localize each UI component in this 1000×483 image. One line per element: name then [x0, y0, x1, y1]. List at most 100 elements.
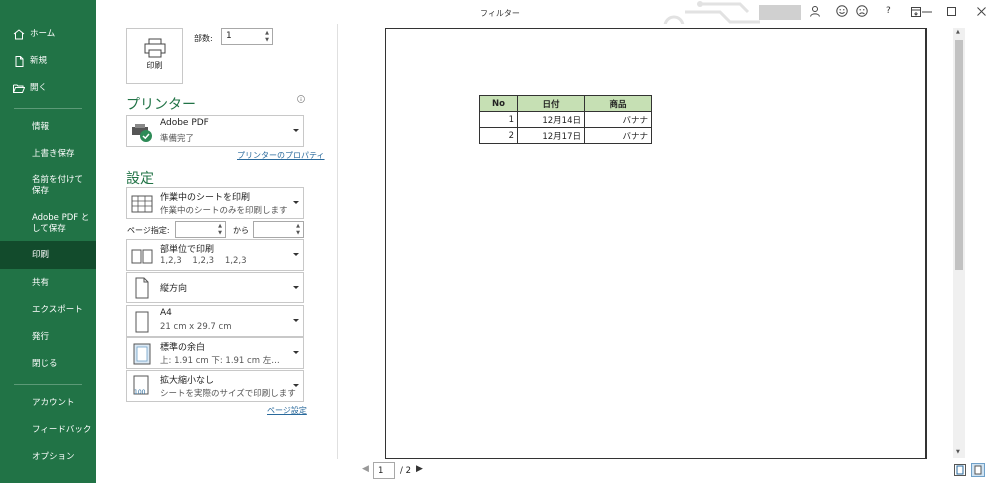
print-button[interactable]: 印刷 — [126, 28, 183, 84]
stepper-down-icon[interactable]: ▼ — [296, 230, 300, 236]
sidebar-item-label: ホーム — [30, 29, 56, 39]
scaling-dropdown[interactable]: 100 拡大縮小なし シートを実際のサイズで印刷します — [126, 370, 304, 402]
info-icon[interactable] — [297, 95, 305, 103]
scrollbar-thumb[interactable] — [955, 40, 963, 270]
scaling-subtitle: シートを実際のサイズで印刷します — [160, 389, 296, 399]
sidebar-item-feedback[interactable]: フィードバック — [0, 425, 96, 436]
sidebar-item-save[interactable]: 上書き保存 — [0, 149, 96, 160]
sidebar-item-label: 情報 — [32, 122, 50, 132]
pages-to-label: から — [233, 226, 249, 235]
sidebar-item-save-as[interactable]: 名前を付けて保存 — [0, 175, 96, 197]
printer-ready-icon — [132, 124, 152, 142]
paper-icon — [135, 311, 149, 333]
sidebar-item-publish[interactable]: 発行 — [0, 332, 96, 343]
sidebar-item-share[interactable]: 共有 — [0, 278, 96, 289]
printer-name: Adobe PDF — [160, 118, 209, 128]
copies-label: 部数: — [194, 34, 213, 43]
page-setup-link[interactable]: ページ設定 — [267, 405, 307, 416]
collate-subtitle: 1,2,3 1,2,3 1,2,3 — [160, 256, 247, 266]
window-title: フィルター — [480, 9, 520, 18]
sidebar-item-account[interactable]: アカウント — [0, 398, 96, 409]
previous-page-icon[interactable]: ◀ — [362, 464, 369, 474]
stepper-up-icon[interactable]: ▲ — [296, 223, 300, 229]
show-margins-icon[interactable] — [954, 464, 966, 476]
minimize-icon[interactable] — [922, 11, 932, 13]
sidebar-item-label: オプション — [32, 452, 75, 462]
table-cell: 12月17日 — [517, 127, 585, 144]
preview-page: No 日付 商品 1 12月14日 バナナ 2 12月17日 バナナ — [385, 28, 927, 459]
orientation-title: 縦方向 — [160, 284, 188, 294]
maximize-icon[interactable] — [947, 7, 956, 16]
print-scope-dropdown[interactable]: 作業中のシートを印刷 作業中のシートのみを印刷します — [126, 187, 304, 219]
collate-dropdown[interactable]: 部単位で印刷 1,2,3 1,2,3 1,2,3 — [126, 239, 304, 271]
close-icon[interactable] — [977, 7, 986, 16]
sidebar-item-label: 印刷 — [32, 250, 50, 260]
scroll-down-icon[interactable]: ▼ — [956, 449, 960, 455]
printer-dropdown[interactable]: Adobe PDF 準備完了 — [126, 115, 304, 147]
sidebar-item-label: 名前を付けて保存 — [32, 175, 84, 196]
pages-to-input[interactable]: ▲ ▼ — [253, 221, 304, 238]
sidebar-item-info[interactable]: 情報 — [0, 122, 96, 133]
chevron-down-icon — [293, 253, 299, 256]
sidebar-divider — [14, 384, 82, 385]
print-button-label: 印刷 — [146, 61, 163, 70]
scaling-title: 拡大縮小なし — [160, 376, 215, 386]
portrait-page-icon — [135, 277, 149, 299]
sidebar-item-close[interactable]: 閉じる — [0, 359, 96, 370]
page-number-input[interactable]: 1 — [373, 462, 395, 479]
sidebar-item-new[interactable]: 新規 — [0, 56, 96, 67]
table-cell: 2 — [479, 127, 518, 144]
printer-heading: プリンター — [126, 97, 196, 113]
column-header: No — [479, 95, 518, 112]
chevron-down-icon — [293, 285, 299, 289]
sidebar-item-export[interactable]: エクスポート — [0, 305, 96, 316]
stepper-up-icon[interactable]: ▲ — [218, 223, 222, 229]
margins-title: 標準の余白 — [160, 343, 206, 353]
table-cell: バナナ — [584, 111, 652, 128]
paper-size-subtitle: 21 cm x 29.7 cm — [160, 322, 232, 332]
margins-subtitle: 上: 1.91 cm 下: 1.91 cm 左… — [160, 356, 280, 366]
margins-dropdown[interactable]: 標準の余白 上: 1.91 cm 下: 1.91 cm 左… — [126, 337, 304, 369]
table-cell: 1 — [479, 111, 518, 128]
table-row: 1 12月14日 バナナ — [479, 111, 652, 128]
zoom-to-page-icon[interactable] — [971, 463, 985, 477]
help-icon[interactable]: ? — [886, 6, 891, 16]
scroll-up-icon[interactable]: ▲ — [956, 29, 960, 35]
ribbon-display-icon[interactable] — [911, 7, 921, 17]
column-header: 日付 — [517, 95, 585, 112]
sidebar-item-home[interactable]: ホーム — [0, 29, 96, 40]
chevron-down-icon — [293, 201, 299, 204]
backstage-sidebar: ホーム 新規 開く 情報 上書き保存 名前を付けて保存 Adobe PDF とし… — [0, 0, 96, 483]
stepper-down-icon[interactable]: ▼ — [265, 37, 269, 43]
sidebar-item-options[interactable]: オプション — [0, 452, 96, 463]
total-pages: / 2 — [400, 466, 411, 476]
folder-open-icon — [13, 84, 25, 93]
sidebar-item-label: 新規 — [30, 56, 48, 66]
printer-properties-link[interactable]: プリンターのプロパティ — [237, 150, 325, 161]
chevron-down-icon — [293, 129, 299, 132]
person-icon[interactable] — [809, 5, 821, 17]
user-name-box[interactable] — [759, 5, 801, 20]
sidebar-item-print[interactable]: 印刷 — [0, 241, 96, 269]
sidebar-item-save-as-pdf[interactable]: Adobe PDF として保存 — [0, 213, 96, 235]
orientation-dropdown[interactable]: 縦方向 — [126, 272, 304, 303]
pages-from-input[interactable]: ▲ ▼ — [175, 221, 226, 238]
sidebar-item-label: エクスポート — [32, 305, 83, 315]
smile-icon[interactable] — [836, 5, 848, 17]
chevron-down-icon — [293, 319, 299, 322]
print-scope-subtitle: 作業中のシートのみを印刷します — [160, 206, 288, 216]
preview-scrollbar[interactable]: ▲ ▼ — [953, 28, 965, 458]
sidebar-item-open[interactable]: 開く — [0, 83, 96, 94]
collate-title: 部単位で印刷 — [160, 245, 215, 255]
paper-size-dropdown[interactable]: A4 21 cm x 29.7 cm — [126, 305, 304, 337]
next-page-icon[interactable]: ▶ — [416, 464, 423, 474]
stepper-down-icon[interactable]: ▼ — [218, 230, 222, 236]
copies-stepper[interactable]: 1 ▲ ▼ — [221, 28, 273, 45]
sidebar-item-label: 上書き保存 — [32, 149, 75, 159]
printer-status: 準備完了 — [160, 134, 195, 144]
frown-icon[interactable] — [856, 5, 868, 17]
preview-table: No 日付 商品 1 12月14日 バナナ 2 12月17日 バナナ — [479, 95, 652, 144]
new-doc-icon — [15, 56, 24, 67]
sidebar-item-label: 開く — [30, 83, 48, 93]
stepper-up-icon[interactable]: ▲ — [265, 30, 269, 36]
